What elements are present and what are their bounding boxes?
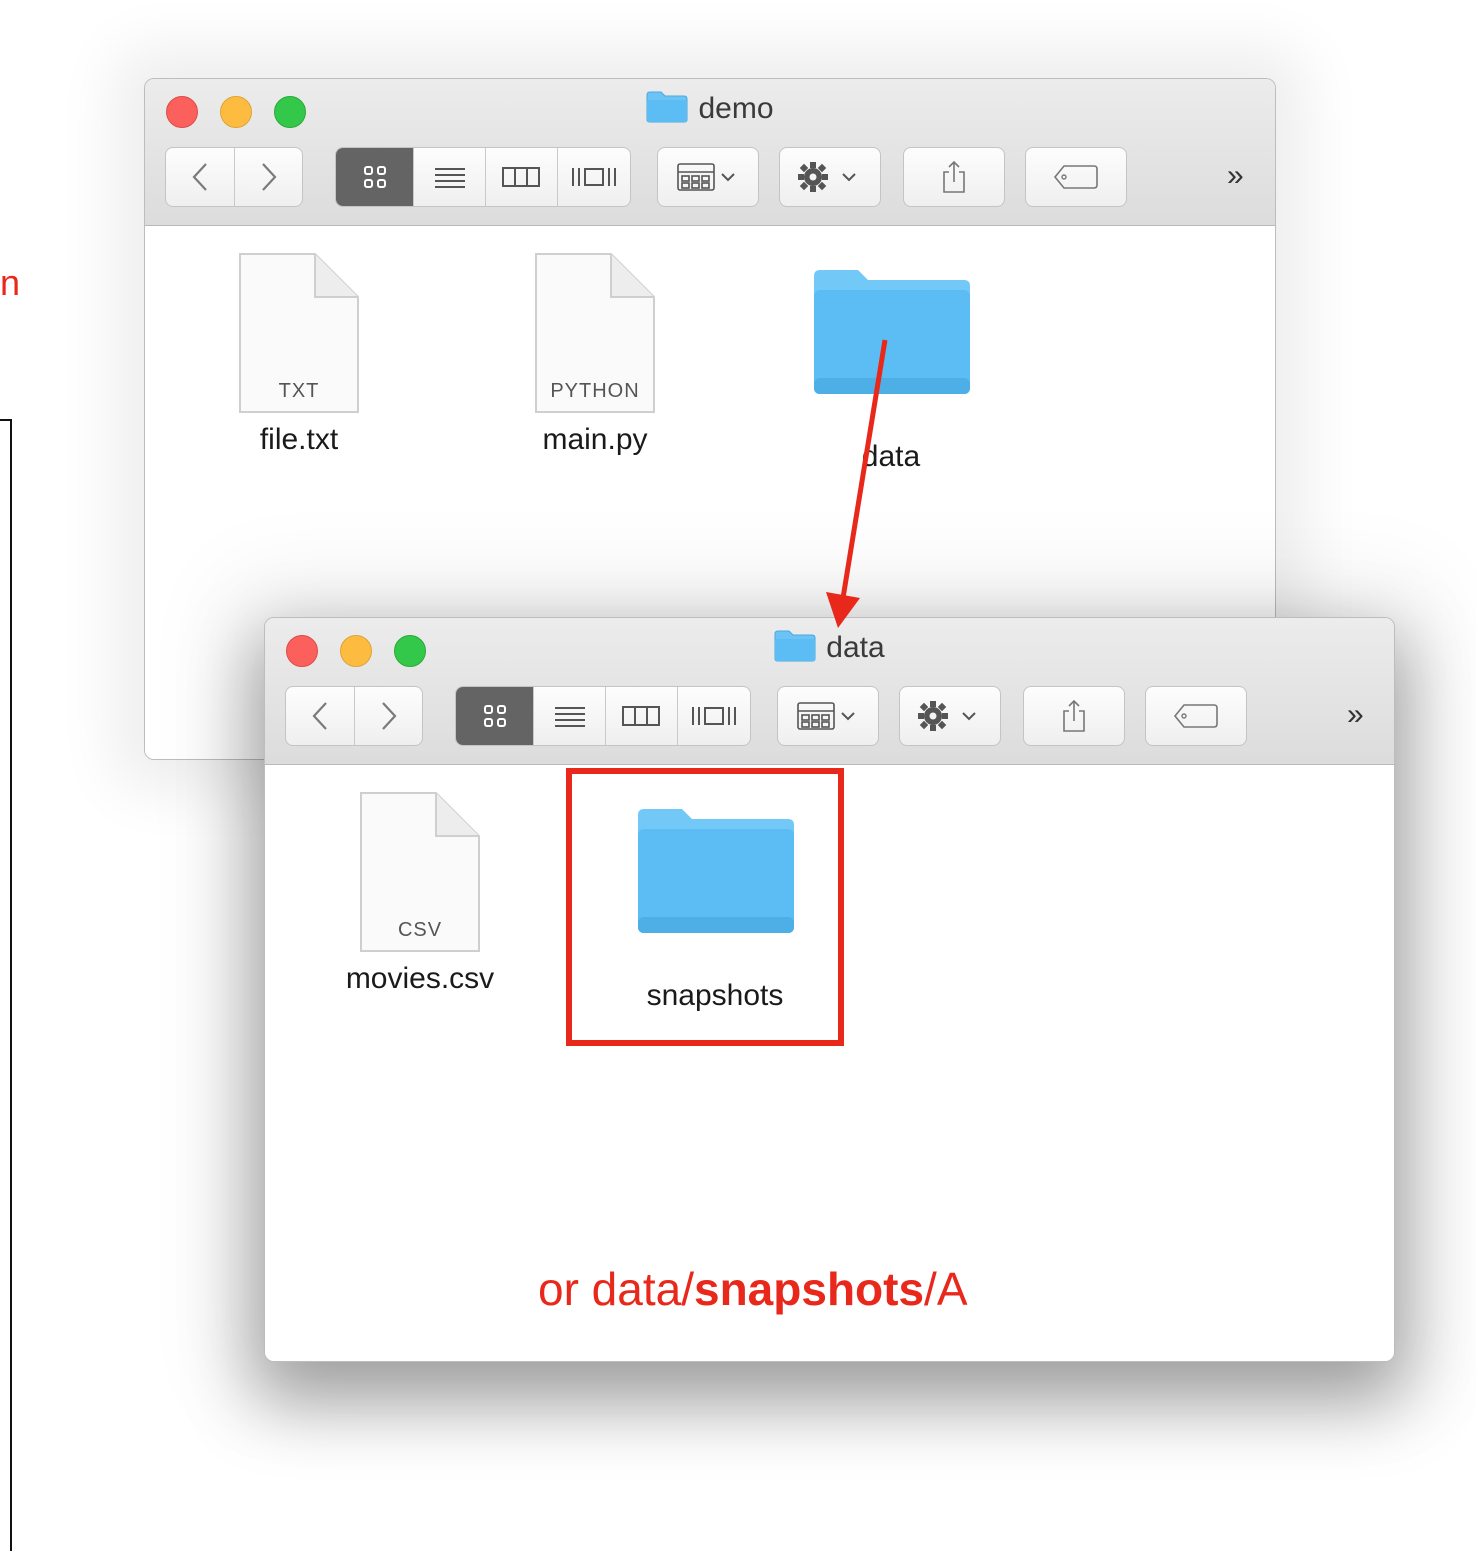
column-view-icon bbox=[622, 706, 661, 726]
arrange-button[interactable] bbox=[777, 686, 879, 746]
action-menu-button[interactable] bbox=[779, 147, 881, 207]
gear-icon bbox=[918, 701, 976, 731]
share-button[interactable] bbox=[903, 147, 1005, 207]
share-icon bbox=[1063, 699, 1085, 732]
list-view-icon bbox=[554, 707, 585, 727]
file-type-label: CSV bbox=[397, 919, 443, 941]
path-prefix: or data/ bbox=[538, 1263, 694, 1315]
column-view-button[interactable] bbox=[604, 687, 677, 745]
forward-button[interactable] bbox=[354, 687, 422, 745]
folder-icon bbox=[774, 630, 816, 662]
view-mode-group bbox=[335, 147, 631, 207]
folder-name: data bbox=[861, 440, 921, 473]
window-toolbar: data » bbox=[265, 618, 1394, 765]
back-button[interactable] bbox=[286, 687, 354, 745]
toolbar-overflow-button[interactable]: » bbox=[1347, 698, 1364, 732]
forward-button[interactable] bbox=[234, 148, 302, 206]
gallery-view-button[interactable] bbox=[676, 687, 751, 745]
window-title-text: data bbox=[826, 631, 885, 665]
grid-view-icon bbox=[363, 166, 386, 188]
list-view-button[interactable] bbox=[533, 687, 605, 745]
tag-icon bbox=[1053, 165, 1098, 189]
edit-tags-button[interactable] bbox=[1145, 686, 1247, 746]
column-view-button[interactable] bbox=[484, 148, 557, 206]
arrange-button[interactable] bbox=[657, 147, 759, 207]
window-title: demo bbox=[145, 91, 1275, 126]
back-forward-group bbox=[285, 686, 423, 746]
arrange-group-icon bbox=[797, 702, 855, 730]
window-toolbar: demo » bbox=[145, 79, 1275, 226]
icon-view-button[interactable] bbox=[336, 148, 414, 206]
list-view-button[interactable] bbox=[413, 148, 485, 206]
window-title-text: demo bbox=[698, 92, 774, 126]
cover-flow-icon bbox=[571, 168, 616, 186]
share-icon bbox=[943, 160, 965, 193]
file-item[interactable]: CSV movies.csv bbox=[345, 790, 495, 996]
edge-divider bbox=[10, 419, 12, 1551]
cover-flow-icon bbox=[691, 707, 736, 725]
gallery-view-button[interactable] bbox=[556, 148, 631, 206]
share-button[interactable] bbox=[1023, 686, 1125, 746]
tag-icon bbox=[1173, 704, 1218, 728]
gear-icon bbox=[798, 162, 856, 192]
folder-icon bbox=[646, 91, 688, 123]
file-name: movies.csv bbox=[345, 962, 495, 995]
path-highlight: snapshots bbox=[694, 1263, 925, 1315]
file-name: main.py bbox=[542, 423, 648, 456]
chevron-right-icon bbox=[261, 163, 276, 191]
back-button[interactable] bbox=[166, 148, 234, 206]
document-icon: CSV bbox=[358, 790, 482, 954]
highlight-box bbox=[566, 768, 844, 1046]
chevron-left-icon bbox=[312, 702, 327, 730]
folder-item[interactable]: data bbox=[801, 268, 981, 474]
edge-note-glyph: n bbox=[0, 262, 21, 303]
list-view-icon bbox=[434, 168, 465, 188]
action-menu-button[interactable] bbox=[899, 686, 1001, 746]
icon-view-button[interactable] bbox=[456, 687, 534, 745]
grid-view-icon bbox=[483, 705, 506, 727]
path-suffix: /A bbox=[924, 1263, 968, 1315]
document-icon: TXT bbox=[237, 251, 361, 415]
toolbar-overflow-button[interactable]: » bbox=[1227, 159, 1244, 193]
chevron-right-icon bbox=[381, 702, 396, 730]
file-item[interactable]: TXT file.txt bbox=[224, 251, 374, 457]
arrange-group-icon bbox=[677, 163, 735, 191]
window-title: data bbox=[265, 630, 1394, 665]
column-view-icon bbox=[502, 167, 541, 187]
path-annotation: or data/snapshots/A bbox=[538, 1262, 968, 1316]
file-item[interactable]: PYTHON main.py bbox=[520, 251, 670, 457]
file-type-label: PYTHON bbox=[550, 380, 640, 402]
chevron-left-icon bbox=[192, 163, 207, 191]
file-type-label: TXT bbox=[278, 380, 320, 402]
view-mode-group bbox=[455, 686, 751, 746]
folder-icon bbox=[814, 270, 970, 394]
edit-tags-button[interactable] bbox=[1025, 147, 1127, 207]
back-forward-group bbox=[165, 147, 303, 207]
document-icon: PYTHON bbox=[533, 251, 657, 415]
file-name: file.txt bbox=[259, 423, 339, 456]
